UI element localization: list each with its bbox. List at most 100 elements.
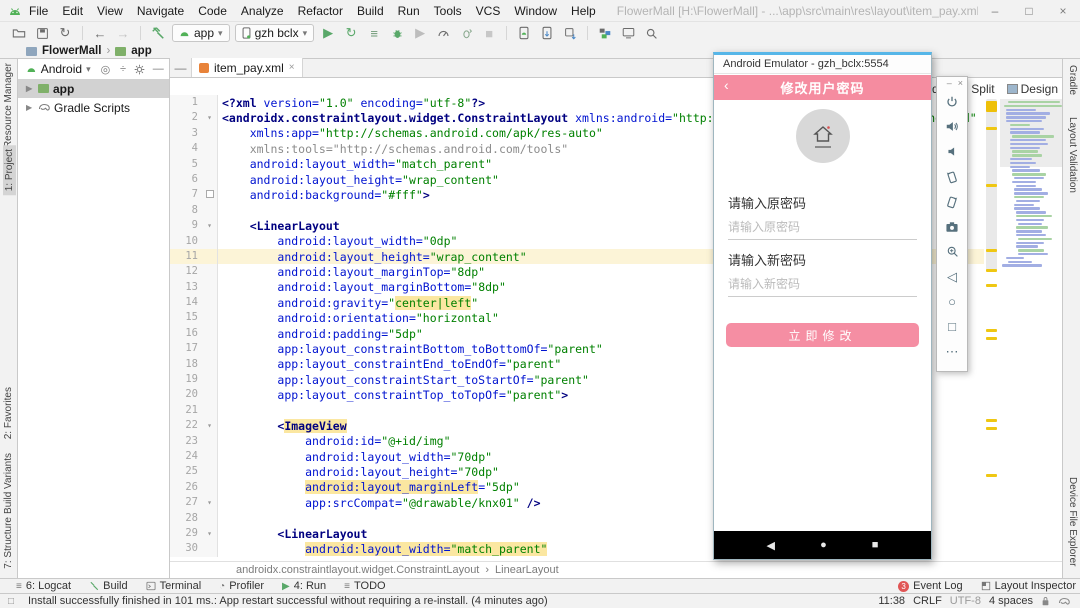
emulator-panel-close-icon[interactable]: ×	[958, 78, 963, 89]
emulator-title-bar[interactable]: Android Emulator - gzh_bclx:5554	[714, 55, 931, 74]
menu-vcs[interactable]: VCS	[469, 4, 508, 18]
tool-build-variants[interactable]: Build Variants	[3, 453, 14, 514]
old-password-input[interactable]: 请输入原密码	[728, 218, 917, 240]
tool-gradle[interactable]: Gradle	[1067, 65, 1078, 95]
warning-stripe-mark[interactable]	[986, 337, 997, 340]
breadcrumb-tag-linearlayout[interactable]: LinearLayout	[495, 564, 559, 576]
code-minimap[interactable]	[1000, 99, 1062, 329]
warning-stripe-mark[interactable]	[986, 284, 997, 287]
search-everywhere-icon[interactable]	[642, 24, 660, 42]
volume-up-icon[interactable]	[937, 114, 967, 139]
lock-icon[interactable]	[1041, 596, 1050, 606]
new-password-input[interactable]: 请输入新密码	[728, 275, 917, 297]
status-line-ending[interactable]: CRLF	[913, 595, 942, 607]
warning-stripe-mark[interactable]	[986, 127, 997, 130]
hide-tabs-icon[interactable]: —	[170, 58, 192, 77]
editor-scrollbar-stripe[interactable]	[985, 99, 998, 557]
debug-icon[interactable]	[388, 24, 406, 42]
screenshot-camera-icon[interactable]	[937, 214, 967, 239]
stop-icon[interactable]: ■	[480, 24, 498, 42]
menu-refactor[interactable]: Refactor	[291, 4, 350, 18]
save-icon[interactable]	[33, 24, 51, 42]
status-indent[interactable]: 4 spaces	[989, 595, 1033, 607]
breadcrumb-module[interactable]: app	[131, 45, 151, 57]
tab-close-icon[interactable]: ×	[289, 62, 295, 73]
emu-back-icon[interactable]: ◁	[937, 264, 967, 289]
build-hammer-icon[interactable]	[149, 24, 167, 42]
tool-terminal[interactable]: Terminal	[146, 580, 202, 592]
emulator-panel-minimize-icon[interactable]: –	[947, 78, 952, 89]
volume-down-icon[interactable]	[937, 139, 967, 164]
hide-panel-icon[interactable]: —	[151, 63, 165, 75]
emu-overview-icon[interactable]: □	[937, 314, 967, 339]
tool-run[interactable]: ▶4: Run	[282, 580, 326, 592]
minimize-icon[interactable]: –	[978, 4, 1012, 18]
menu-window[interactable]: Window	[507, 4, 564, 18]
close-icon[interactable]: ×	[1046, 4, 1080, 18]
rotate-right-icon[interactable]	[937, 189, 967, 214]
power-icon[interactable]	[937, 89, 967, 114]
nav-back-icon[interactable]: ◀	[767, 539, 775, 552]
emu-home-icon[interactable]: ○	[937, 289, 967, 314]
settings-gear-icon[interactable]	[134, 64, 148, 75]
run-icon[interactable]: ▶	[319, 24, 337, 42]
nav-overview-icon[interactable]: ■	[872, 539, 879, 551]
submit-button[interactable]: 立即修改	[726, 323, 919, 347]
menu-analyze[interactable]: Analyze	[234, 4, 291, 18]
warning-stripe-mark[interactable]	[986, 269, 997, 272]
tool-profiler[interactable]: ◔Profiler	[219, 580, 264, 592]
tool-event-log[interactable]: 3Event Log	[898, 580, 963, 592]
menu-view[interactable]: View	[90, 4, 130, 18]
attach-profiler-icon[interactable]	[457, 24, 475, 42]
avd-manager-icon[interactable]	[515, 24, 533, 42]
warning-stripe-mark[interactable]	[986, 329, 997, 332]
tree-item-app[interactable]: ▶ app	[18, 79, 169, 98]
warning-stripe-mark[interactable]	[986, 249, 997, 252]
locate-file-icon[interactable]: ◎	[99, 63, 113, 76]
tool-favorites[interactable]: 2: Favorites	[3, 387, 14, 439]
rotate-left-icon[interactable]	[937, 164, 967, 189]
project-view-selector[interactable]: Android	[41, 62, 82, 76]
warning-stripe-mark[interactable]	[986, 419, 997, 422]
forward-icon[interactable]: →	[114, 24, 132, 42]
tool-logcat[interactable]: ≡6: Logcat	[16, 580, 71, 592]
back-icon[interactable]: ←	[91, 24, 109, 42]
tool-structure[interactable]: 7: Structure	[3, 517, 14, 569]
nav-home-icon[interactable]: ●	[820, 539, 827, 551]
warning-stripe-mark[interactable]	[986, 474, 997, 477]
breadcrumb-project[interactable]: FlowerMall	[42, 45, 101, 57]
menu-build[interactable]: Build	[350, 4, 391, 18]
menu-tools[interactable]: Tools	[427, 4, 469, 18]
expand-arrow-icon[interactable]: ▶	[26, 103, 34, 112]
app-back-icon[interactable]: ‹	[724, 77, 729, 93]
tool-todo[interactable]: ≡TODO	[344, 580, 385, 592]
tool-layout-inspector[interactable]: Layout Inspector	[981, 580, 1076, 592]
open-folder-icon[interactable]	[10, 24, 28, 42]
apply-changes-restart-icon[interactable]: ↻	[342, 24, 360, 42]
menu-file[interactable]: File	[22, 4, 55, 18]
tool-build[interactable]: Build	[89, 580, 127, 592]
warning-stripe-mark[interactable]	[986, 427, 997, 430]
menu-help[interactable]: Help	[564, 4, 603, 18]
sync-icon[interactable]: ↻	[56, 24, 74, 42]
tool-layout-validation[interactable]: Layout Validation	[1067, 117, 1078, 193]
project-structure-icon[interactable]	[596, 24, 614, 42]
menu-code[interactable]: Code	[191, 4, 234, 18]
background-tasks-icon[interactable]: □	[8, 596, 14, 607]
menu-edit[interactable]: Edit	[55, 4, 90, 18]
maximize-icon[interactable]: □	[1012, 4, 1046, 18]
breadcrumb-tag-constraintlayout[interactable]: androidx.constraintlayout.widget.Constra…	[236, 564, 479, 576]
status-encoding[interactable]: UTF-8	[950, 595, 981, 607]
mode-design[interactable]: Design	[1007, 82, 1058, 96]
collapse-all-icon[interactable]: ÷	[116, 63, 130, 75]
tool-resource-manager[interactable]: Resource Manager	[3, 63, 14, 148]
apply-code-changes-icon[interactable]: ≡	[365, 24, 383, 42]
warning-stripe-mark[interactable]	[986, 184, 997, 187]
tab-item-pay-xml[interactable]: item_pay.xml ×	[192, 58, 303, 77]
menu-run[interactable]: Run	[391, 4, 427, 18]
zoom-icon[interactable]	[937, 239, 967, 264]
menu-navigate[interactable]: Navigate	[130, 4, 191, 18]
expand-arrow-icon[interactable]: ▶	[26, 84, 34, 93]
device-dropdown[interactable]: gzh bclx ▾	[235, 24, 315, 42]
profile-icon[interactable]	[434, 24, 452, 42]
